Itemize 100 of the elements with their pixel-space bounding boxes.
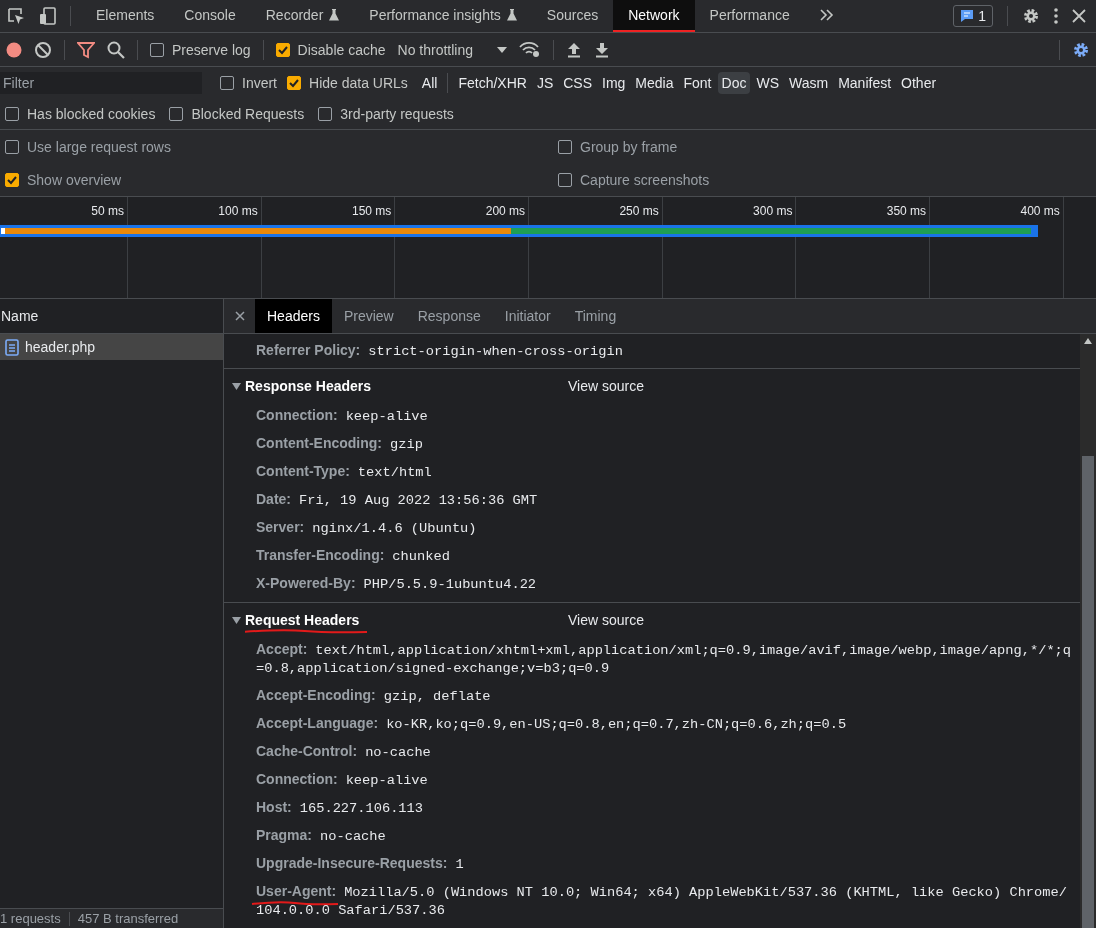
time-tick-label: 50 ms — [91, 204, 124, 220]
checkbox-label[interactable]: Has blocked cookies — [27, 106, 156, 122]
scroll-up-icon[interactable] — [1084, 338, 1092, 344]
status-text: 1 requests — [0, 911, 61, 926]
section-title[interactable]: Request Headers — [245, 612, 368, 634]
header-line: Date: Fri, 19 Aug 2022 13:56:36 GMT — [255, 490, 539, 510]
expand-triangle-icon[interactable] — [232, 381, 241, 391]
checkbox-label[interactable]: 3rd-party requests — [340, 106, 454, 122]
checkbox-label[interactable]: Blocked Requests — [191, 106, 305, 122]
checkbox-label[interactable]: Show overview — [27, 171, 122, 188]
panel-tab[interactable]: Performance — [694, 0, 805, 32]
type-filter-button[interactable]: Font — [679, 72, 716, 94]
detail-tab[interactable]: Preview — [331, 299, 406, 333]
type-filter-button[interactable]: Manifest — [834, 72, 896, 94]
close-icon[interactable] — [1072, 9, 1086, 23]
more-menu-icon[interactable] — [1054, 8, 1058, 24]
filter-icon[interactable] — [77, 40, 95, 59]
panel-tab[interactable]: Sources — [531, 0, 614, 32]
type-filter-button[interactable]: WS — [752, 72, 783, 94]
header-line: Server: nginx/1.4.6 (Ubuntu) — [255, 518, 478, 538]
panel-tab[interactable]: Console — [169, 0, 251, 32]
checkbox-label[interactable]: Preserve log — [172, 41, 251, 58]
time-tick-label: 400 ms — [1020, 204, 1060, 220]
checkbox[interactable] — [5, 139, 19, 154]
header-line: Accept: text/html,application/xhtml+xml,application/xml;q=0.9,image/avif,image/webp,image/apng,*/*;q=0.8,application/signed-exchange;v=b3;q=0.9 — [255, 640, 1073, 678]
checkbox[interactable] — [287, 76, 301, 90]
checkmark-icon — [277, 44, 288, 55]
close-icon[interactable] — [235, 311, 245, 321]
download-icon[interactable] — [594, 41, 610, 58]
expand-triangle-icon[interactable] — [232, 615, 241, 625]
type-filter-button[interactable]: Doc — [717, 72, 751, 94]
header-line: Connection: keep-alive — [255, 770, 429, 790]
checkbox-label[interactable]: Hide data URLs — [309, 75, 408, 91]
time-tick-label: 150 ms — [352, 204, 392, 220]
view-source-link[interactable]: View source — [568, 612, 644, 628]
type-filter-button[interactable]: CSS — [559, 72, 596, 94]
detail-tab[interactable]: Response — [405, 299, 493, 333]
caret-icon — [497, 46, 507, 53]
view-source-link[interactable]: View source — [568, 378, 644, 394]
request-row[interactable]: header.php — [0, 334, 223, 360]
issues-badge[interactable]: 1 — [953, 5, 993, 27]
device-icon[interactable] — [38, 6, 58, 26]
checkbox-label[interactable]: Capture screenshots — [580, 171, 710, 188]
checkbox[interactable] — [150, 42, 164, 57]
header-line: Pragma: no-cache — [255, 826, 387, 846]
detail-tab[interactable]: Initiator — [492, 299, 563, 333]
type-filter-button[interactable]: Wasm — [785, 72, 833, 94]
checkbox-label[interactable]: Use large request rows — [27, 138, 171, 155]
time-tick-label: 100 ms — [218, 204, 258, 220]
header-line: Transfer-Encoding: chunked — [255, 546, 451, 566]
type-filter-button[interactable]: Other — [897, 72, 941, 94]
panel-tab[interactable]: Performance insights — [354, 0, 532, 32]
panel-tab[interactable]: Elements — [81, 0, 170, 32]
checkbox[interactable] — [558, 139, 572, 154]
scrollbar[interactable] — [1080, 334, 1096, 928]
checkbox-label[interactable]: Group by frame — [580, 138, 678, 155]
inspect-icon[interactable] — [6, 6, 26, 26]
search-icon[interactable] — [107, 40, 125, 59]
checkbox[interactable] — [318, 107, 333, 121]
settings-icon[interactable] — [1022, 7, 1040, 25]
type-filter-button[interactable]: All — [417, 72, 442, 94]
upload-icon[interactable] — [566, 41, 582, 58]
header-line: Connection: keep-alive — [255, 406, 429, 426]
more-tabs-icon[interactable] — [819, 9, 834, 21]
checkbox[interactable] — [169, 107, 184, 121]
checkbox[interactable] — [558, 172, 572, 187]
checkbox[interactable] — [5, 107, 19, 121]
flask-icon — [506, 9, 517, 21]
detail-tab[interactable]: Headers — [255, 299, 332, 333]
filter-field[interactable]: Filter — [0, 72, 202, 94]
settings-icon[interactable] — [1072, 40, 1090, 59]
time-tick-label: 200 ms — [485, 204, 526, 220]
record-icon[interactable] — [6, 41, 22, 58]
document-icon — [5, 338, 19, 356]
checkbox-label[interactable]: Invert — [242, 75, 277, 91]
column-header[interactable]: Name — [1, 308, 39, 324]
flask-icon — [329, 9, 340, 21]
header-line: Upgrade-Insecure-Requests: 1 — [255, 854, 465, 874]
network-conditions-icon[interactable] — [519, 41, 541, 58]
header-line: Host: 165.227.106.113 — [255, 798, 424, 818]
time-tick-label: 300 ms — [753, 204, 793, 220]
throttling-dropdown[interactable]: No throttling — [397, 41, 507, 58]
checkbox[interactable] — [5, 172, 19, 187]
clear-icon[interactable] — [34, 40, 52, 59]
type-filter-button[interactable]: JS — [532, 72, 558, 94]
header-line: Content-Encoding: gzip — [255, 434, 424, 454]
type-filter-button[interactable]: Media — [631, 72, 678, 94]
time-tick-label: 250 ms — [619, 204, 659, 220]
checkbox[interactable] — [220, 76, 234, 90]
type-filter-button[interactable]: Fetch/XHR — [454, 72, 531, 94]
type-filter-button[interactable]: Img — [598, 72, 630, 94]
panel-tab[interactable]: Network — [613, 0, 695, 32]
checkbox-label[interactable]: Disable cache — [297, 41, 386, 58]
panel-tab[interactable]: Recorder — [250, 0, 355, 32]
status-text: 457 B transferred — [77, 911, 179, 926]
time-tick-label: 350 ms — [886, 204, 927, 220]
detail-tab[interactable]: Timing — [562, 299, 629, 333]
section-title[interactable]: Response Headers — [245, 378, 372, 394]
checkbox[interactable] — [275, 42, 290, 57]
checkmark-icon — [289, 78, 299, 88]
